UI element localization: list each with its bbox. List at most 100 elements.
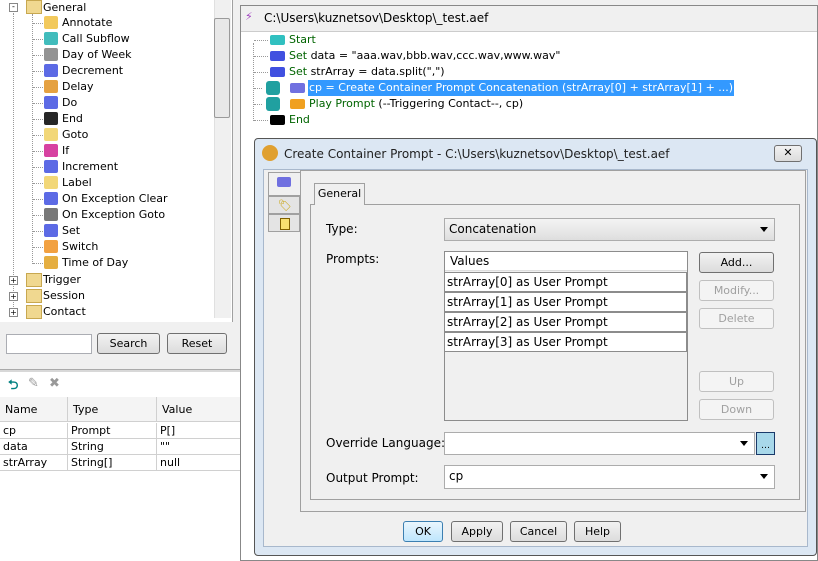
tree-connector [33, 167, 43, 168]
flow-step[interactable]: cp = Create Container Prompt Concatenati… [308, 80, 735, 96]
tree-folder-session[interactable]: Session [43, 288, 85, 304]
calendar-icon [44, 48, 58, 61]
step-detail: strArray = data.split(",") [307, 65, 445, 78]
delete-button[interactable]: Delete [699, 308, 774, 329]
prompt-list-item[interactable]: strArray[3] as User Prompt [444, 332, 687, 352]
tree-connector [33, 135, 43, 136]
side-tab-comments[interactable] [268, 214, 300, 232]
cell-type: Prompt [68, 423, 157, 439]
up-button[interactable]: Up [699, 371, 774, 392]
tree-item-decrement[interactable]: Decrement [62, 63, 123, 79]
expand-toggle[interactable]: + [9, 292, 18, 301]
step-detail: data = "aaa.wav,bbb.wav,ccc.wav,www.wav" [307, 49, 561, 62]
table-row[interactable]: strArray String[] null [0, 455, 252, 471]
tree-item-delay[interactable]: Delay [62, 79, 94, 95]
search-button[interactable]: Search [97, 333, 160, 354]
down-button[interactable]: Down [699, 399, 774, 420]
tree-folder-general[interactable]: General [43, 0, 86, 16]
collapse-general-toggle[interactable]: - [9, 3, 18, 12]
chevron-down-icon [760, 474, 768, 479]
type-select[interactable]: Concatenation [444, 218, 775, 241]
folder-icon [26, 273, 42, 287]
flow-step[interactable]: Set strArray = data.split(",") [288, 64, 446, 80]
side-tab-label[interactable]: 🏷 [268, 196, 300, 214]
new-variable-icon[interactable]: ⮌ [8, 376, 18, 398]
type-value: Concatenation [449, 222, 537, 236]
table-row[interactable]: data String "" [0, 439, 252, 455]
prompt-list-item[interactable]: strArray[1] as User Prompt [444, 292, 687, 312]
step-detail: cp = Create Container Prompt Concatenati… [309, 81, 734, 94]
delete-variable-icon[interactable]: ✖ [49, 376, 60, 391]
tree-connector [33, 215, 43, 216]
add-button[interactable]: Add... [699, 252, 774, 273]
tree-item-label[interactable]: Label [62, 175, 92, 191]
ok-button[interactable]: OK [403, 521, 443, 542]
do-icon [44, 96, 58, 109]
help-button[interactable]: Help [574, 521, 621, 542]
flow-step[interactable]: Set data = "aaa.wav,bbb.wav,ccc.wav,www.… [288, 48, 561, 64]
flow-step[interactable]: End [288, 112, 311, 128]
modify-button[interactable]: Modify... [699, 280, 774, 301]
step-keyword: Set [289, 49, 308, 62]
tree-folder-contact[interactable]: Contact [43, 304, 86, 320]
tree-item-call-subflow[interactable]: Call Subflow [62, 31, 130, 47]
annotate-icon [280, 218, 290, 230]
script-title-bar: ⚡ C:\Users\kuznetsov\Desktop\_test.aef [241, 6, 817, 32]
tree-item-set[interactable]: Set [62, 223, 80, 239]
tree-connector [33, 151, 43, 152]
output-prompt-value: cp [449, 469, 464, 483]
folder-icon [26, 0, 42, 14]
checkered-flag-icon [44, 112, 58, 125]
tree-connector [33, 39, 43, 40]
tree-item-if[interactable]: If [62, 143, 69, 159]
cell-name: strArray [0, 455, 68, 471]
expand-toggle[interactable]: + [9, 308, 18, 317]
tree-connector [254, 56, 268, 57]
tree-item-day-of-week[interactable]: Day of Week [62, 47, 131, 63]
flow-step[interactable]: Play Prompt (--Triggering Contact--, cp) [308, 96, 524, 112]
reset-button[interactable]: Reset [167, 333, 227, 354]
column-header-name[interactable]: Name [0, 397, 68, 422]
override-language-select[interactable] [444, 432, 755, 455]
tree-item-annotate[interactable]: Annotate [62, 15, 112, 31]
tree-line [13, 13, 14, 313]
edit-variable-icon[interactable]: ✎ [28, 376, 39, 391]
cell-name: cp [0, 423, 68, 439]
flow-step[interactable]: Start [288, 32, 317, 48]
tree-item-switch[interactable]: Switch [62, 239, 98, 255]
tree-item-do[interactable]: Do [62, 95, 77, 111]
table-row[interactable]: cp Prompt P[] [0, 423, 252, 439]
search-input[interactable] [6, 334, 92, 354]
cancel-button[interactable]: Cancel [510, 521, 567, 542]
scrollbar-thumb[interactable] [214, 18, 230, 118]
step-keyword: Play Prompt [309, 97, 375, 110]
tree-item-end[interactable]: End [62, 111, 83, 127]
close-button[interactable]: ✕ [774, 145, 802, 162]
apply-button[interactable]: Apply [451, 521, 503, 542]
cell-type: String[] [68, 455, 157, 471]
prompt-list-item[interactable]: strArray[2] as User Prompt [444, 312, 687, 332]
tree-folder-trigger[interactable]: Trigger [43, 272, 81, 288]
list-header-values[interactable]: Values [445, 252, 687, 271]
tree-item-increment[interactable]: Increment [62, 159, 118, 175]
tree-item-time-of-day[interactable]: Time of Day [62, 255, 128, 271]
folder-icon [26, 305, 42, 319]
tab-general[interactable]: General [314, 183, 365, 205]
tree-connector [33, 119, 43, 120]
cell-value: null [157, 455, 252, 471]
clock-icon [44, 256, 58, 269]
tree-connector [254, 72, 268, 73]
goto-tag-icon [44, 128, 58, 141]
output-prompt-select[interactable]: cp [444, 465, 775, 489]
hourglass-icon [44, 80, 58, 93]
expression-editor-button[interactable]: … [756, 432, 775, 455]
tree-item-on-exception-goto[interactable]: On Exception Goto [62, 207, 165, 223]
tree-item-on-exception-clear[interactable]: On Exception Clear [62, 191, 168, 207]
tree-item-goto[interactable]: Goto [62, 127, 88, 143]
cell-name: data [0, 439, 68, 455]
column-header-value[interactable]: Value [157, 397, 252, 422]
expand-toggle[interactable]: + [9, 276, 18, 285]
side-tab-general[interactable] [268, 172, 300, 196]
column-header-type[interactable]: Type [68, 397, 157, 422]
prompt-list-item[interactable]: strArray[0] as User Prompt [444, 272, 687, 292]
